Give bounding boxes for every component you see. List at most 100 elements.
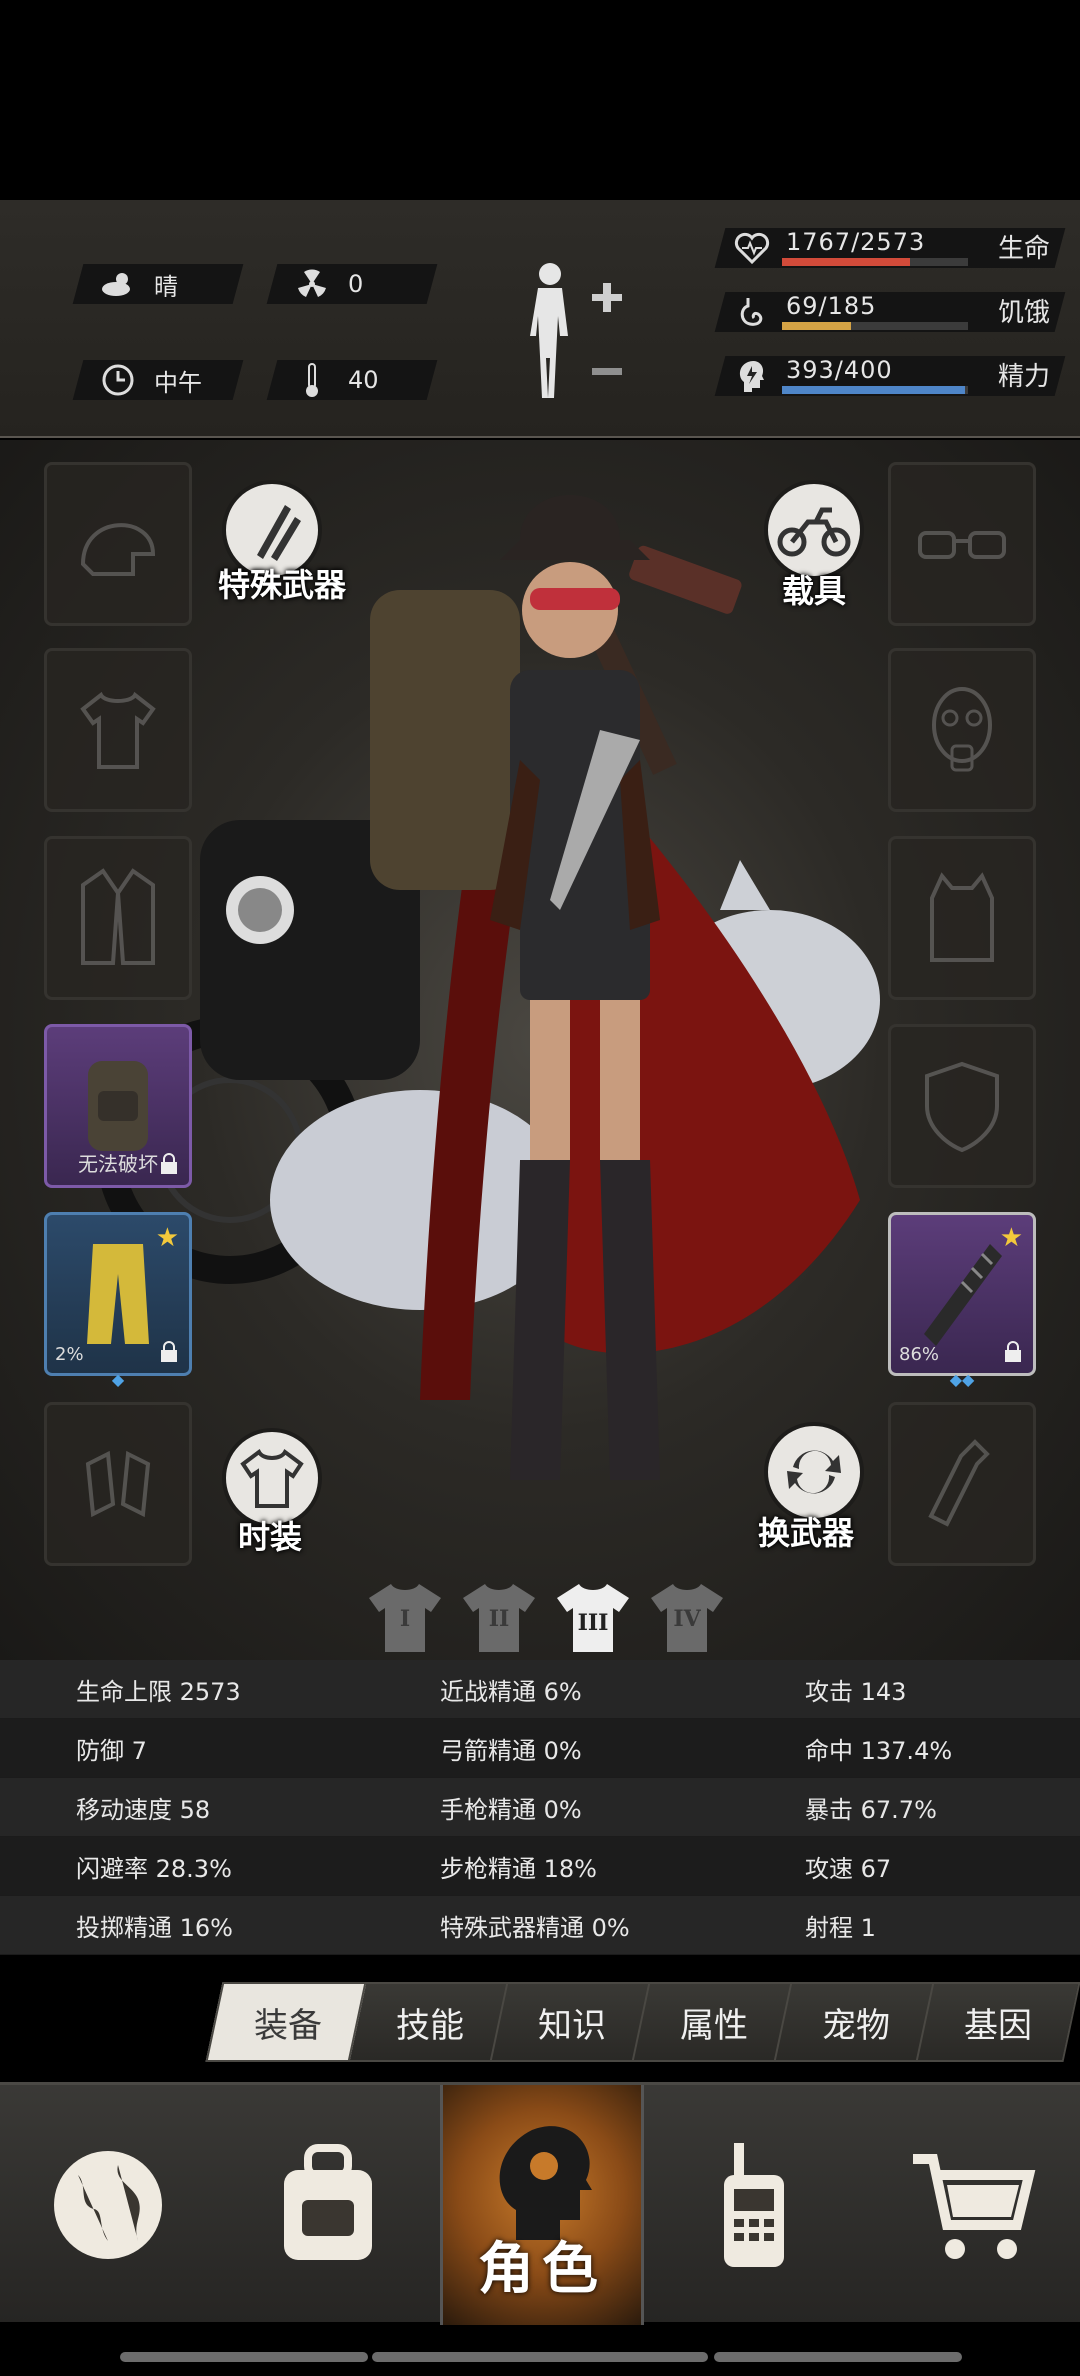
slot-weapon[interactable]: ★ 86% ◆◆ [888,1212,1036,1389]
time-chip: 中午 [72,360,244,400]
tshirt-icon [240,1448,304,1508]
section-tabs: 装备 技能 知识 属性 宠物 基因 [200,1982,1080,2062]
stat-cell: 防御 7 [76,1736,147,1765]
swap-weapon-button[interactable] [764,1422,864,1522]
nav-shop[interactable] [864,2085,1080,2325]
slot-shirt[interactable] [44,648,192,812]
stat-cell: 手枪精通 0% [440,1795,582,1824]
stats-row: 移动速度 58 手枪精通 0% 暴击 67.7% [0,1778,1080,1837]
tab-skills[interactable]: 技能 [347,1982,513,2062]
slot-shield[interactable] [888,1024,1036,1188]
lock-icon [161,1341,177,1362]
tab-attributes[interactable]: 属性 [631,1982,797,2062]
nav-inventory[interactable] [216,2085,440,2325]
tab-label: 基因 [964,2005,1032,2046]
stat-cell: 射程 1 [805,1913,876,1942]
tab-label: 属性 [680,2005,748,2046]
weapon-durability: 86% [899,1344,940,1365]
swap-weapon-label: 换武器 [758,1514,855,1552]
energy-label: 精力 [997,362,1050,392]
rockets-icon [257,505,301,561]
outfit-tab-3-label: III [577,1610,609,1636]
nav-radio[interactable] [644,2085,864,2325]
stat-cell: 攻速 67 [805,1854,892,1883]
shoes-icon [85,1450,151,1518]
stats-row: 生命上限 2573 近战精通 6% 攻击 143 [0,1660,1080,1719]
slot-shoes[interactable] [44,1402,192,1566]
slot-glasses[interactable] [888,462,1036,626]
slot-throwable[interactable] [888,1402,1036,1566]
outfit-tab-2-label: II [488,1606,510,1632]
special-weapon-label: 特殊武器 [218,566,347,604]
thermometer-icon [294,362,330,398]
body-silhouette-icon [530,263,622,398]
temperature-chip: 40 [266,360,438,400]
tab-label: 技能 [396,2005,464,2046]
gesture-bar [372,2352,708,2362]
radiation-icon [294,266,330,302]
tab-knowledge[interactable]: 知识 [489,1982,655,2062]
slot-pants[interactable]: ★ 2% ◆ [44,1212,192,1389]
tshirt-icon [80,691,156,769]
stat-cell: 移动速度 58 [76,1795,211,1824]
tab-pets[interactable]: 宠物 [773,1982,939,2062]
weather-chip: 晴 [72,264,244,304]
stats-table: 生命上限 2573 近战精通 6% 攻击 143 防御 7 弓箭精通 0% 命中… [0,1660,1080,1956]
nav-character[interactable]: 角色 [440,2085,644,2325]
outfit-tab-2[interactable]: II [459,1580,539,1656]
nav-character-label: 角色 [478,2237,606,2302]
nav-world-map[interactable] [0,2085,216,2325]
slot-vest[interactable] [888,836,1036,1000]
shield-axe-icon [925,1061,999,1153]
health-label: 生命 [997,234,1050,264]
backpack-item-icon [88,1061,148,1151]
radiation-chip: 0 [266,264,438,304]
fashion-label: 时装 [238,1518,303,1556]
stat-cell: 步枪精通 18% [440,1854,597,1883]
stat-cell: 攻击 143 [805,1677,907,1706]
star-icon: ★ [999,1223,1023,1253]
cart-icon [913,2154,1036,2259]
vest-icon [930,872,994,962]
outfit-tab-4-label: IV [673,1606,701,1632]
walkie-talkie-icon [724,2143,784,2267]
vital-energy: 393/400 精力 [714,354,1066,398]
outfit-tab-1[interactable]: I [365,1580,445,1656]
body-view-toggle[interactable] [520,258,630,408]
outfit-tab-4[interactable]: IV [647,1580,727,1656]
gesture-bar [120,2352,368,2362]
heart-icon [734,232,770,265]
vehicle-label: 载具 [782,572,847,610]
outfit-tab-3[interactable]: III [553,1580,633,1656]
tab-equipment[interactable]: 装备 [205,1982,371,2062]
stat-cell: 暴击 67.7% [805,1795,937,1824]
stat-cell: 闪避率 28.3% [76,1854,232,1883]
hunger-bar-fill [782,322,852,330]
stat-cell: 命中 137.4% [805,1736,953,1765]
radiation-value: 0 [348,270,364,298]
slot-mask[interactable] [888,648,1036,812]
health-bar-fill [782,258,910,266]
slot-backpack[interactable]: 无法破坏 [44,1024,192,1188]
bottle-icon [928,1439,990,1527]
stomach-icon [740,298,763,326]
motorcycle-icon [777,507,851,557]
backpack-icon [284,2144,372,2260]
gas-mask-icon [932,687,992,772]
energy-bar-fill [782,386,965,394]
tab-genes[interactable]: 基因 [915,1982,1080,2062]
swap-arrows-icon [787,1450,841,1494]
time-label: 中午 [154,368,202,397]
coat-icon [81,868,155,965]
slot-coat[interactable] [44,836,192,1000]
hunger-label: 饥饿 [997,298,1050,328]
tab-label: 知识 [538,2005,606,2046]
gem-socket-icon: ◆◆ [949,1370,975,1389]
clock-icon [100,362,136,398]
vital-hunger: 69/185 饥饿 [714,290,1066,334]
helmet-icon [80,523,156,576]
star-icon: ★ [155,1223,179,1253]
vehicle-button[interactable] [764,480,864,580]
slot-head[interactable] [44,462,192,626]
pants-item-icon [87,1244,149,1344]
